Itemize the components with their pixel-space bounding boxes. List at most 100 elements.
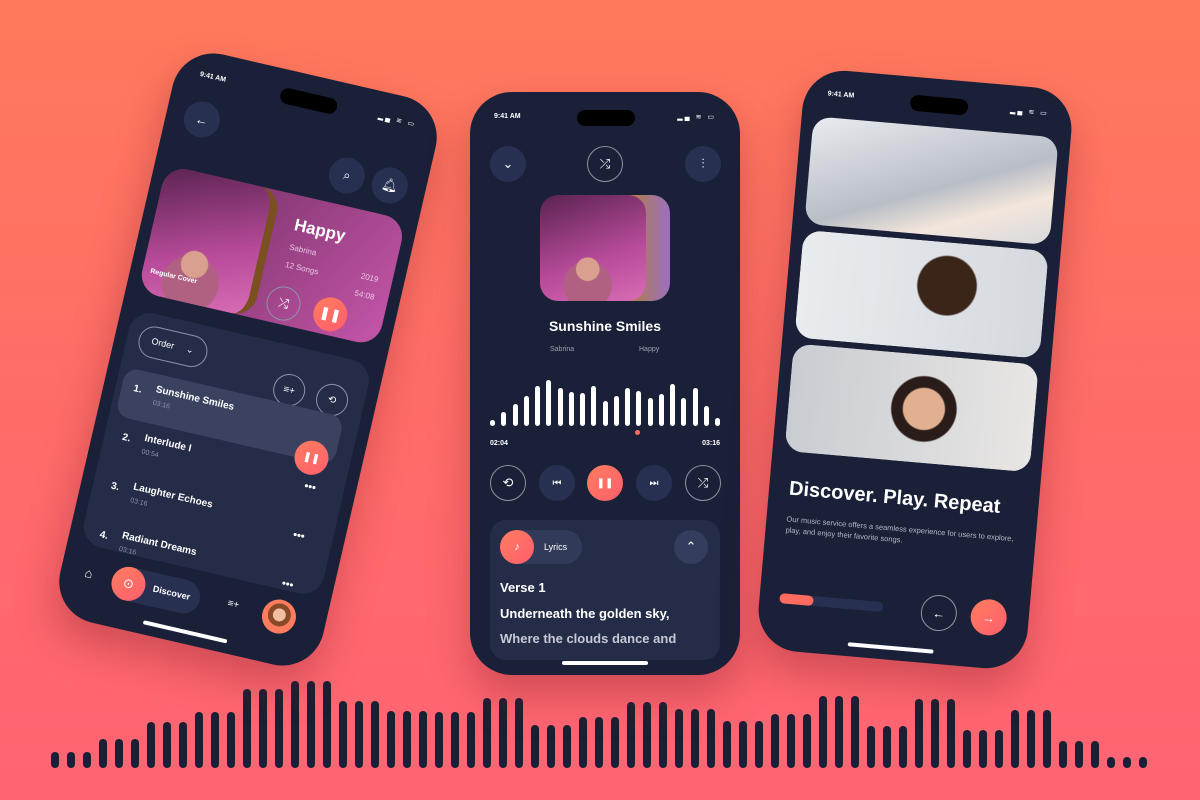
track-duration: 00:54	[140, 448, 160, 460]
waveform-bar	[647, 398, 653, 426]
track-number: 2.	[121, 431, 132, 445]
status-icons: ▂▄ ≋ ▭	[1009, 107, 1050, 118]
repeat-icon: ⟲	[326, 393, 338, 407]
arrow-left-icon: ←	[193, 110, 210, 129]
chevron-up-icon: ⌃	[685, 539, 697, 554]
background-wave-bar	[851, 696, 859, 768]
expand-lyrics-button[interactable]: ⌃	[674, 530, 708, 564]
pause-button[interactable]: ❚❚	[309, 293, 351, 335]
waveform-bar	[602, 401, 608, 426]
background-wave-bar	[259, 689, 267, 768]
lyric-line-1: Underneath the golden sky,	[500, 606, 670, 621]
waveform-bar	[591, 386, 597, 426]
back-button[interactable]: ←	[180, 97, 224, 142]
waveform-bar	[703, 406, 709, 426]
next-page-button[interactable]: →	[969, 597, 1009, 637]
equalizer-button[interactable]: ⫶	[685, 146, 721, 182]
pause-button[interactable]: ❚❚	[587, 465, 623, 501]
waveform-bar	[501, 412, 507, 426]
album-songs: 12 Songs	[284, 260, 320, 277]
background-wave-bar	[835, 696, 843, 768]
lyrics-card: ♪ Lyrics ⌃ Verse 1 Underneath the golden…	[490, 520, 720, 660]
background-wave-bar	[243, 689, 251, 768]
background-wave-bar	[819, 696, 827, 768]
shuffle-button-bottom[interactable]: ⤮	[685, 465, 721, 501]
chevron-down-icon: ⌄	[502, 156, 514, 171]
background-wave-bar	[1075, 741, 1083, 768]
collapse-button[interactable]: ⌄	[490, 146, 526, 182]
pause-icon: ❚❚	[318, 304, 343, 324]
search-icon: ⌕	[341, 166, 353, 184]
background-wave-bar	[371, 701, 379, 768]
background-wave-bar	[195, 712, 203, 768]
background-wave-bar	[707, 709, 715, 768]
track-duration: 03:16	[151, 399, 171, 411]
track-list-panel: Order ⌄ ≡+ ⟲ 1. Sunshine Smiles 03:16 ❚❚ 2. I…	[79, 308, 374, 599]
background-wave-bar	[147, 722, 155, 768]
search-button[interactable]: ⌕	[325, 153, 369, 198]
background-wave-bar	[403, 711, 411, 768]
more-options-icon[interactable]: •••	[303, 480, 317, 494]
background-wave-bar	[1043, 710, 1051, 768]
background-wave-bar	[291, 681, 299, 768]
background-wave-bar	[883, 726, 891, 768]
background-wave-bar	[1123, 757, 1131, 768]
background-wave-bar	[483, 698, 491, 768]
elapsed-time: 02:04	[490, 440, 508, 447]
photo-typing-laptop	[804, 116, 1059, 246]
shuffle-icon: ⤮	[697, 475, 709, 490]
dynamic-island	[909, 94, 969, 116]
playlist-icon[interactable]: ≡+	[226, 598, 240, 611]
background-wave-bar	[723, 721, 731, 768]
background-wave-bar	[611, 717, 619, 768]
avatar[interactable]	[258, 596, 300, 637]
order-label: Order	[150, 335, 176, 351]
background-wave-bar	[595, 717, 603, 768]
background-wave-bar	[1107, 757, 1115, 768]
status-time: 9:41 AM	[199, 70, 227, 84]
seek-position-dot[interactable]	[634, 430, 640, 435]
background-wave-bar	[99, 739, 107, 768]
track-duration: 03:16	[118, 545, 137, 557]
background-wave-bar	[579, 717, 587, 768]
waveform-seekbar[interactable]	[490, 370, 720, 426]
lyrics-tab[interactable]: ♪ Lyrics	[500, 530, 582, 564]
arrow-left-icon: ←	[931, 604, 946, 622]
waveform-bar	[692, 388, 698, 426]
discover-label: Discover	[151, 583, 192, 602]
previous-page-button[interactable]: ←	[919, 593, 959, 633]
album-screen-phone: 9:41 AM ▂▄ ≋ ▭ ← ⌕ 🔔︎ Regular Cover Happ…	[50, 45, 446, 674]
notifications-button[interactable]: 🔔︎	[368, 163, 412, 208]
background-wave-bar	[547, 725, 555, 768]
more-options-icon[interactable]: •••	[292, 529, 306, 543]
background-wave-bar	[787, 714, 795, 768]
background-wave-bar	[67, 752, 75, 768]
background-wave-bar	[515, 698, 523, 768]
previous-button[interactable]: ⏮︎	[539, 465, 575, 501]
background-wave-bar	[979, 730, 987, 768]
status-time: 9:41 AM	[494, 113, 521, 120]
home-icon[interactable]: ⌂	[83, 565, 94, 581]
background-wave-bar	[771, 714, 779, 768]
background-wave-bar	[179, 722, 187, 768]
background-wave-bar	[947, 699, 955, 768]
track-number: 1.	[132, 383, 143, 396]
album-duration: 54:08	[353, 288, 376, 302]
photo-headphones-woman	[784, 343, 1039, 473]
background-wave-bar	[643, 702, 651, 768]
track-duration: 03:16	[129, 497, 149, 508]
dynamic-island	[278, 86, 339, 116]
waveform-bar	[625, 388, 630, 426]
repeat-button[interactable]: ⟲	[490, 465, 526, 501]
shuffle-button[interactable]: ⤮	[587, 146, 623, 182]
album-art	[540, 195, 646, 301]
skip-next-icon: ⏭︎	[649, 477, 659, 489]
onboarding-progress-fill	[779, 593, 815, 607]
more-options-icon[interactable]: •••	[281, 578, 295, 592]
background-wave-bar	[115, 739, 123, 768]
next-button[interactable]: ⏭︎	[636, 465, 672, 501]
order-dropdown[interactable]: Order ⌄	[135, 323, 211, 371]
shuffle-button[interactable]: ⤮	[263, 283, 304, 324]
waveform-bar	[580, 393, 585, 426]
background-wave-bar	[691, 709, 699, 768]
